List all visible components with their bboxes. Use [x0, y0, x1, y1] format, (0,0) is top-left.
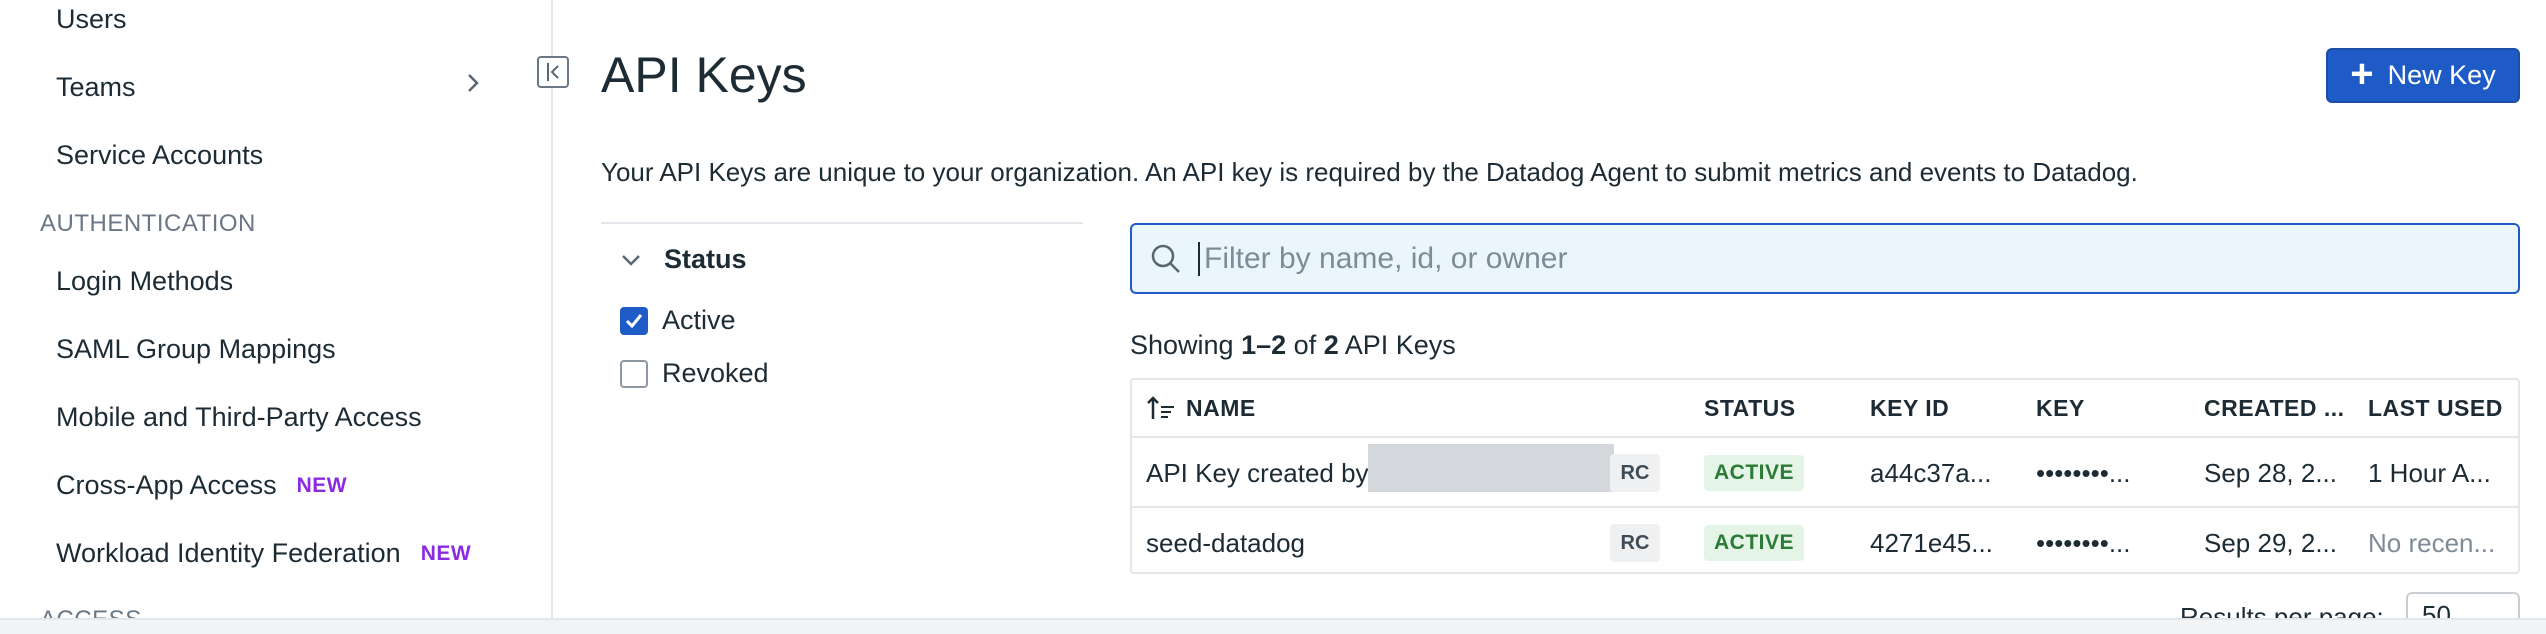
key-value: ••••••••... [2036, 457, 2131, 488]
results-of: of [1293, 330, 1317, 360]
status-filter-toggle[interactable]: Status [620, 244, 747, 275]
sidebar-item-label: Mobile and Third-Party Access [56, 402, 422, 432]
column-label: NAME [1186, 394, 1256, 421]
status-filter-label: Status [664, 244, 747, 274]
column-header-last-used[interactable]: LAST USED [2368, 380, 2503, 436]
search-input[interactable] [1198, 241, 2398, 276]
rc-tag: RC [1610, 524, 1660, 562]
filter-divider [601, 222, 1083, 224]
collapse-sidebar-button[interactable] [537, 56, 569, 88]
bottom-bar [0, 618, 2546, 634]
key-name: API Key created by [1146, 457, 1369, 488]
chevron-right-icon[interactable] [462, 72, 484, 94]
active-status: ACTIVE [1704, 455, 1805, 491]
new-key-button[interactable]: + New Key [2326, 48, 2520, 103]
sidebar-item-label: SAML Group Mappings [56, 334, 336, 364]
sidebar-item-label: Cross-App Access [56, 470, 277, 500]
column-header-key[interactable]: KEY [2036, 380, 2085, 436]
sidebar-item-saml-group-mappings[interactable]: SAML Group Mappings [56, 334, 336, 365]
key-value: ••••••••... [2036, 527, 2131, 558]
key-name: seed-datadog [1146, 527, 1306, 558]
collapse-icon [547, 63, 559, 81]
sidebar-section-authentication: AUTHENTICATION [40, 210, 256, 237]
table-row[interactable]: seed-datadog RC ACTIVE 4271e45... ••••••… [1132, 506, 2518, 576]
page-title: API Keys [601, 47, 807, 103]
status-badge: ACTIVE [1704, 508, 1805, 578]
key-id: 4271e45... [1870, 527, 1993, 558]
status-badge: ACTIVE [1704, 438, 1805, 508]
revoked-checkbox[interactable] [620, 359, 648, 388]
sidebar-item-label: Users [56, 4, 127, 34]
results-count: Showing 1–2 of 2 API Keys [1130, 330, 1456, 361]
redacted-owner [1368, 444, 1614, 492]
sidebar-item-label: Service Accounts [56, 140, 264, 170]
checkmark-icon [625, 313, 643, 328]
filter-revoked-option[interactable]: Revoked [620, 358, 769, 389]
last-used: No recen... [2368, 527, 2496, 558]
sidebar-item-login-methods[interactable]: Login Methods [56, 266, 233, 297]
search-icon [1151, 244, 1180, 273]
sidebar-item-mobile-third-party-access[interactable]: Mobile and Third-Party Access [56, 402, 422, 433]
column-header-created[interactable]: CREATED ... [2204, 380, 2345, 436]
column-header-status[interactable]: STATUS [1704, 380, 1796, 436]
column-header-key-id[interactable]: KEY ID [1870, 380, 1949, 436]
sidebar-item-label: Teams [56, 72, 136, 102]
new-key-label: New Key [2387, 60, 2496, 90]
new-badge: NEW [296, 473, 348, 497]
last-used: 1 Hour A... [2368, 457, 2491, 488]
results-total: 2 [1323, 330, 1339, 360]
sidebar-item-label: Login Methods [56, 266, 234, 296]
search-box[interactable] [1130, 223, 2520, 294]
table-row[interactable]: API Key created by RC ACTIVE a44c37a... … [1132, 436, 2518, 506]
sidebar-item-workload-identity-federation[interactable]: Workload Identity Federation NEW [56, 538, 471, 569]
active-status: ACTIVE [1704, 525, 1805, 561]
revoked-label: Revoked [662, 358, 769, 388]
created-date: Sep 28, 2... [2204, 457, 2337, 488]
sidebar-item-cross-app-access[interactable]: Cross-App Access NEW [56, 470, 347, 501]
sort-ascending-icon [1147, 396, 1174, 419]
sidebar-item-label: Workload Identity Federation [56, 538, 401, 568]
api-keys-table: NAME STATUS KEY ID KEY CREATED ... LAST … [1130, 378, 2520, 574]
active-checkbox[interactable] [620, 306, 648, 335]
rc-tag: RC [1610, 454, 1660, 492]
sidebar: Users Teams Service Accounts AUTHENTICAT… [0, 0, 553, 634]
key-id: a44c37a... [1870, 457, 1992, 488]
new-badge: NEW [420, 541, 472, 565]
column-header-name[interactable]: NAME [1146, 380, 1256, 436]
results-suffix: API Keys [1344, 330, 1456, 360]
chevron-down-icon [622, 254, 640, 266]
created-date: Sep 29, 2... [2204, 527, 2337, 558]
page-description: Your API Keys are unique to your organiz… [601, 157, 2138, 187]
results-range: 1–2 [1241, 330, 1287, 360]
active-label: Active [662, 305, 736, 335]
plus-icon: + [2350, 51, 2374, 96]
sidebar-item-teams[interactable]: Teams [56, 72, 136, 103]
filter-active-option[interactable]: Active [620, 305, 736, 336]
sidebar-item-service-accounts[interactable]: Service Accounts [56, 140, 263, 171]
sidebar-item-users[interactable]: Users [56, 4, 127, 35]
results-prefix: Showing [1130, 330, 1234, 360]
